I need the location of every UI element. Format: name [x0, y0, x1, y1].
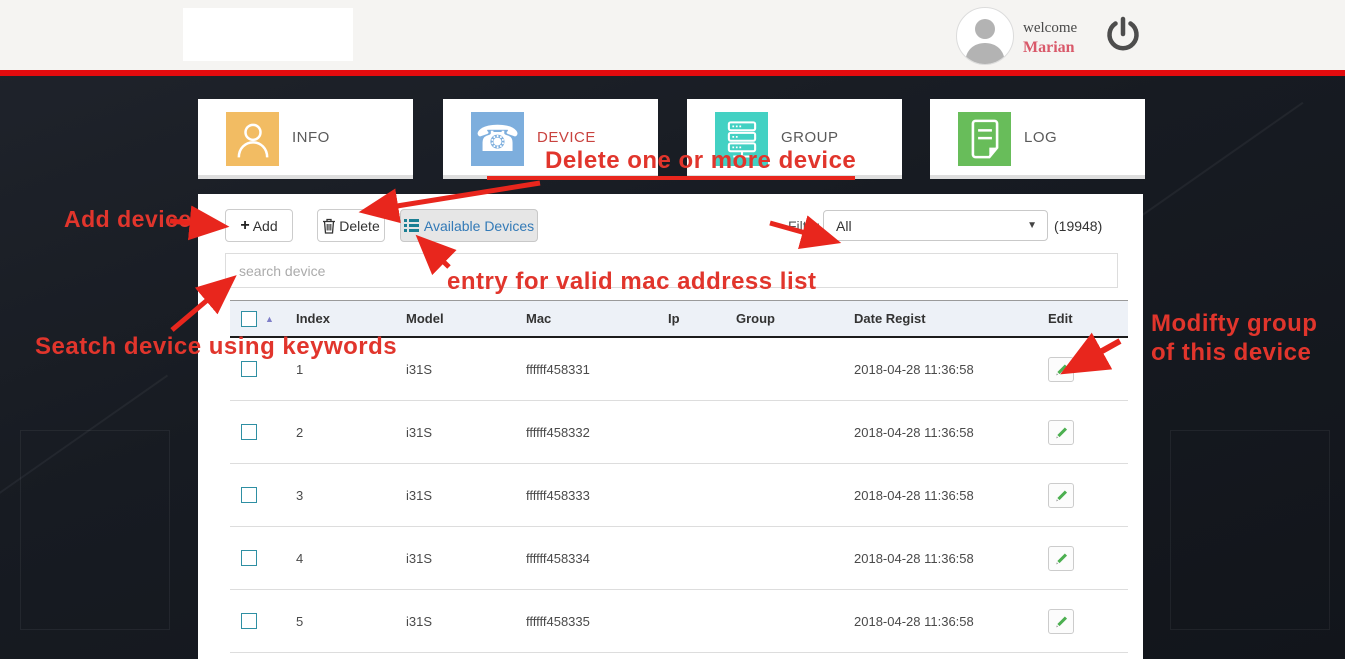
table-row: 1 i31S ffffff458331 2018-04-28 11:36:58	[230, 338, 1128, 401]
background-photo-hint	[20, 430, 170, 630]
cell-date-regist: 2018-04-28 11:36:58	[844, 614, 1016, 629]
table-header-row: ▲ Index Model Mac Ip Group Date Regist E…	[230, 300, 1128, 338]
cell-index: 2	[286, 425, 396, 440]
column-header-edit: Edit	[1016, 311, 1128, 326]
row-checkbox[interactable]	[241, 361, 257, 377]
cell-model: i31S	[396, 425, 516, 440]
cell-mac: ffffff458332	[516, 425, 658, 440]
cell-model: i31S	[396, 488, 516, 503]
list-icon	[404, 219, 419, 232]
pencil-icon	[1054, 425, 1069, 440]
trash-icon	[322, 218, 336, 234]
cell-date-regist: 2018-04-28 11:36:58	[844, 362, 1016, 377]
column-header-mac[interactable]: Mac	[516, 311, 658, 326]
background-streak	[0, 375, 168, 526]
cell-index: 4	[286, 551, 396, 566]
sort-asc-icon[interactable]: ▲	[265, 314, 274, 324]
filter-dropdown[interactable]: All ▼	[823, 210, 1048, 241]
annotation-modify-group: Modifty group of this device	[1151, 309, 1336, 367]
row-checkbox[interactable]	[241, 487, 257, 503]
chevron-down-icon: ▼	[1027, 220, 1037, 231]
pencil-icon	[1054, 551, 1069, 566]
edit-button[interactable]	[1048, 357, 1074, 382]
cell-model: i31S	[396, 362, 516, 377]
table-row: 4 i31S ffffff458334 2018-04-28 11:36:58	[230, 527, 1128, 590]
document-icon	[958, 112, 1011, 166]
row-checkbox[interactable]	[241, 550, 257, 566]
tab-device-label: DEVICE	[537, 129, 596, 146]
cell-model: i31S	[396, 551, 516, 566]
accent-divider	[0, 70, 1345, 76]
edit-button[interactable]	[1048, 546, 1074, 571]
plus-icon: +	[240, 217, 249, 235]
cell-date-regist: 2018-04-28 11:36:58	[844, 551, 1016, 566]
pencil-icon	[1054, 488, 1069, 503]
column-header-ip[interactable]: Ip	[658, 311, 726, 326]
device-panel: +Add Delete Available Devices Filter All…	[198, 194, 1143, 659]
pencil-icon	[1054, 614, 1069, 629]
filter-selected-value: All	[824, 218, 852, 234]
cell-mac: ffffff458331	[516, 362, 658, 377]
cell-index: 3	[286, 488, 396, 503]
phone-icon: ☎	[471, 112, 524, 166]
top-header: welcome Marian	[0, 0, 1345, 70]
tab-info-label: INFO	[292, 129, 330, 146]
add-button[interactable]: +Add	[225, 209, 293, 242]
logout-power-button[interactable]	[1104, 16, 1142, 56]
cell-date-regist: 2018-04-28 11:36:58	[844, 425, 1016, 440]
select-all-checkbox[interactable]	[241, 311, 257, 327]
welcome-label: welcome	[1023, 18, 1077, 38]
column-header-model[interactable]: Model	[396, 311, 516, 326]
delete-button[interactable]: Delete	[317, 209, 385, 242]
available-devices-button[interactable]: Available Devices	[400, 209, 538, 242]
device-count: (19948)	[1054, 218, 1102, 234]
cell-model: i31S	[396, 614, 516, 629]
edit-button[interactable]	[1048, 483, 1074, 508]
background-photo-hint	[1170, 430, 1330, 630]
logo-placeholder	[183, 8, 353, 61]
cell-mac: ffffff458334	[516, 551, 658, 566]
tab-log-label: LOG	[1024, 129, 1057, 146]
tab-group[interactable]: GROUP	[687, 99, 902, 179]
pencil-icon	[1054, 362, 1069, 377]
user-silhouette-icon	[957, 8, 1013, 64]
cell-date-regist: 2018-04-28 11:36:58	[844, 488, 1016, 503]
annotation-add-device: Add device	[64, 206, 192, 233]
table-row: 2 i31S ffffff458332 2018-04-28 11:36:58	[230, 401, 1128, 464]
person-icon	[226, 112, 279, 166]
tab-info[interactable]: INFO	[198, 99, 413, 179]
edit-button[interactable]	[1048, 609, 1074, 634]
power-icon	[1105, 16, 1141, 54]
column-header-group[interactable]: Group	[726, 311, 844, 326]
avatar[interactable]	[956, 7, 1014, 65]
row-checkbox[interactable]	[241, 424, 257, 440]
cell-mac: ffffff458335	[516, 614, 658, 629]
tab-group-label: GROUP	[781, 129, 839, 146]
row-checkbox[interactable]	[241, 613, 257, 629]
edit-button[interactable]	[1048, 420, 1074, 445]
column-header-index[interactable]: Index	[286, 311, 396, 326]
table-row: 5 i31S ffffff458335 2018-04-28 11:36:58	[230, 590, 1128, 653]
tab-log[interactable]: LOG	[930, 99, 1145, 179]
background-streak	[1139, 102, 1304, 218]
column-header-date-regist[interactable]: Date Regist	[844, 311, 1016, 326]
server-icon	[715, 112, 768, 166]
table-row: 3 i31S ffffff458333 2018-04-28 11:36:58	[230, 464, 1128, 527]
cell-index: 1	[286, 362, 396, 377]
device-table: ▲ Index Model Mac Ip Group Date Regist E…	[230, 300, 1128, 653]
cell-index: 5	[286, 614, 396, 629]
cell-mac: ffffff458333	[516, 488, 658, 503]
filter-label: Filter	[788, 218, 819, 234]
table-body: 1 i31S ffffff458331 2018-04-28 11:36:58 …	[230, 338, 1128, 653]
username: Marian	[1023, 38, 1077, 58]
tab-device[interactable]: ☎ DEVICE	[443, 99, 658, 179]
search-input[interactable]	[225, 253, 1118, 288]
